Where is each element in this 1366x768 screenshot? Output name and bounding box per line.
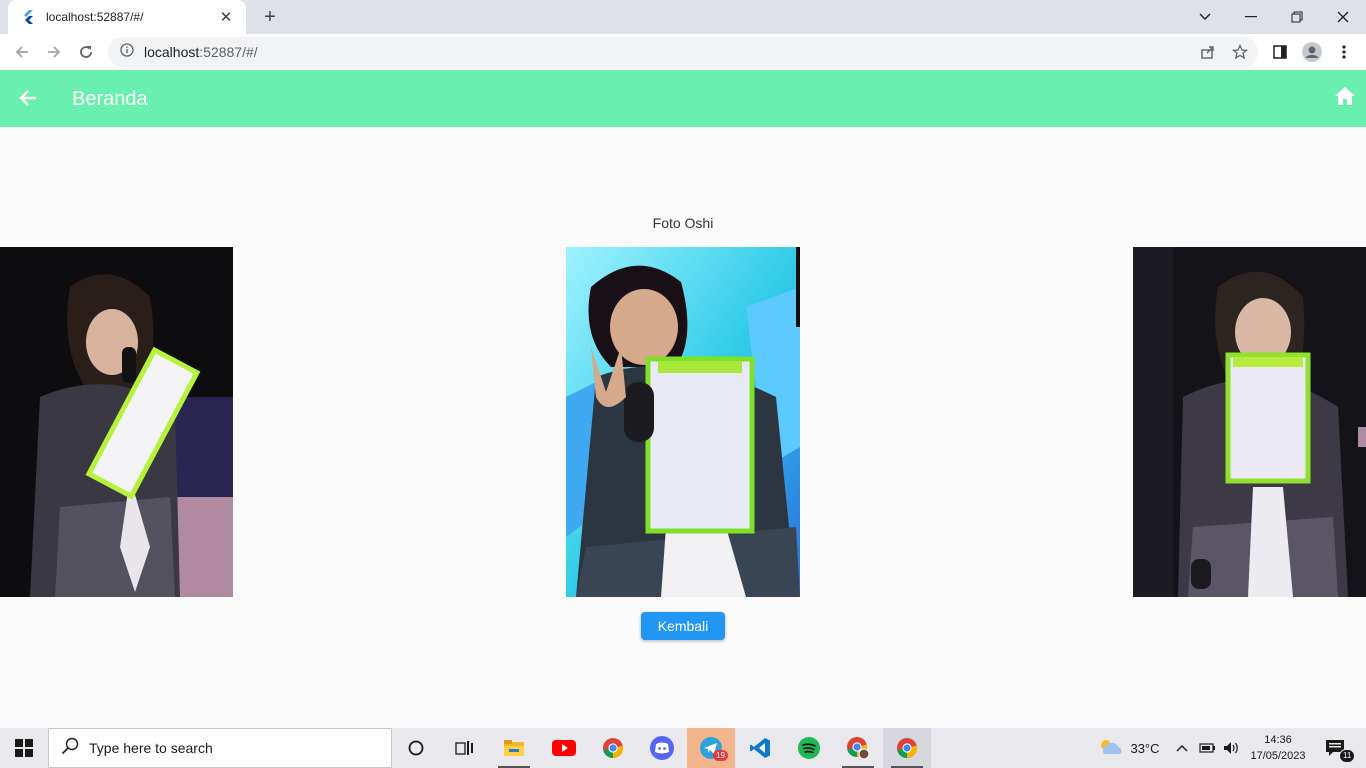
file-explorer-icon[interactable] xyxy=(490,728,538,768)
cortana-icon[interactable] xyxy=(392,728,440,768)
windows-start-icon[interactable] xyxy=(0,728,48,768)
tab-title: localhost:52887/#/ xyxy=(46,10,144,24)
battery-network-icon[interactable] xyxy=(1196,728,1220,768)
clock-time: 14:36 xyxy=(1264,734,1292,746)
home-icon[interactable] xyxy=(1334,86,1356,111)
back-arrow-icon[interactable] xyxy=(8,38,36,66)
carousel-photo-center[interactable] xyxy=(566,247,800,597)
chrome-active-icon[interactable] xyxy=(883,728,931,768)
tab-search-icon[interactable] xyxy=(1182,0,1228,34)
tray-chevron-up-icon[interactable] xyxy=(1172,728,1192,768)
kembali-button[interactable]: Kembali xyxy=(641,612,725,640)
new-tab-button[interactable]: + xyxy=(258,5,282,29)
clock-date: 17/05/2023 xyxy=(1250,750,1306,762)
close-window-button[interactable] xyxy=(1320,0,1366,34)
notifications-icon[interactable]: 11 xyxy=(1318,728,1356,768)
weather-widget[interactable]: 33°C xyxy=(1094,728,1164,768)
discord-icon[interactable] xyxy=(638,728,686,768)
side-panel-icon[interactable] xyxy=(1266,38,1294,66)
spotify-icon[interactable] xyxy=(785,728,833,768)
vscode-icon[interactable] xyxy=(736,728,784,768)
bookmark-star-icon[interactable] xyxy=(1226,37,1254,67)
system-clock[interactable]: 14:36 17/05/2023 xyxy=(1248,732,1308,764)
more-menu-icon[interactable] xyxy=(1330,38,1358,66)
forward-arrow-icon[interactable] xyxy=(40,38,68,66)
flutter-icon xyxy=(20,9,36,25)
browser-tab[interactable]: localhost:52887/#/ ✕ xyxy=(8,0,246,34)
browser-toolbar: localhost:52887/#/ xyxy=(0,34,1366,70)
search-icon xyxy=(61,737,79,760)
tab-close-icon[interactable]: ✕ xyxy=(218,8,234,26)
chrome-icon[interactable] xyxy=(589,728,637,768)
page-title: Beranda xyxy=(72,88,148,110)
app-bar: Beranda xyxy=(0,70,1366,127)
browser-tabstrip: localhost:52887/#/ ✕ + xyxy=(0,0,1366,34)
youtube-icon[interactable] xyxy=(540,728,588,768)
chrome-profile-icon[interactable] xyxy=(834,728,882,768)
app-back-arrow-icon[interactable] xyxy=(14,84,42,112)
task-view-icon[interactable] xyxy=(440,728,488,768)
taskbar-search-input[interactable]: Type here to search xyxy=(48,728,392,768)
page-content: Foto Oshi Kembali xyxy=(0,127,1366,728)
restore-button[interactable] xyxy=(1274,0,1320,34)
minimize-button[interactable] xyxy=(1228,0,1274,34)
carousel-photo-left[interactable] xyxy=(0,247,233,597)
site-info-icon[interactable] xyxy=(120,42,134,62)
url-text: localhost:52887/#/ xyxy=(144,44,258,60)
telegram-unread-badge: 19 xyxy=(713,750,728,761)
volume-icon[interactable] xyxy=(1220,728,1244,768)
photo-section-label: Foto Oshi xyxy=(652,215,714,231)
share-icon[interactable] xyxy=(1194,37,1222,67)
reload-icon[interactable] xyxy=(72,38,100,66)
search-placeholder: Type here to search xyxy=(89,740,213,756)
profile-avatar-icon[interactable] xyxy=(1298,38,1326,66)
address-bar[interactable]: localhost:52887/#/ xyxy=(108,37,1258,67)
carousel-photo-right[interactable] xyxy=(1133,247,1366,597)
weather-cloud-icon xyxy=(1098,738,1124,759)
telegram-icon[interactable]: 19 xyxy=(687,728,735,768)
notifications-badge: 11 xyxy=(1339,749,1356,763)
weather-temperature: 33°C xyxy=(1130,740,1160,756)
taskbar: Type here to search 19 33°C 14:36 17/05/… xyxy=(0,728,1366,768)
